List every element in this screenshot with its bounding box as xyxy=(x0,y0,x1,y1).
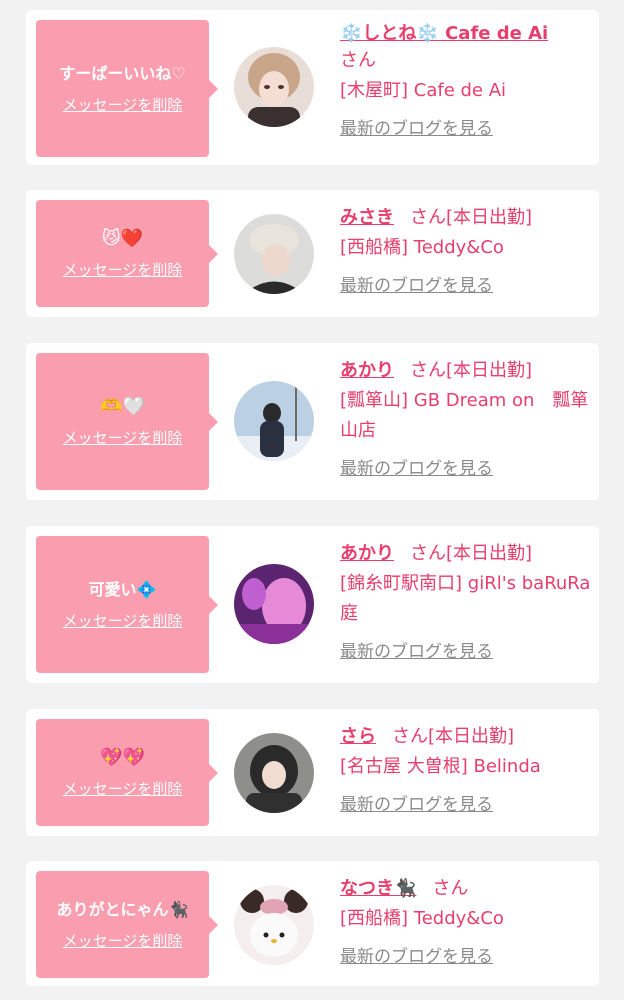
cast-name-link[interactable]: あかり xyxy=(340,543,394,564)
latest-blog-link[interactable]: 最新のブログを見る xyxy=(340,458,594,480)
message-card: 😼❤️ メッセージを削除 みさき さん[本日出勤] [西船橋] Teddy&Co … xyxy=(26,190,599,317)
honorific: さん xyxy=(432,878,469,899)
attendance-status: [本日出勤] xyxy=(446,360,533,381)
shop-name: [西船橋] Teddy&Co xyxy=(340,237,504,258)
delete-message-link[interactable]: メッセージを削除 xyxy=(63,95,183,115)
message-text: 🫶🤍 xyxy=(100,395,145,417)
cast-name-link[interactable]: なつき🐈‍⬛ xyxy=(340,878,416,899)
avatar[interactable] xyxy=(234,733,314,813)
message-text: 😼❤️ xyxy=(101,227,144,249)
attendance-status: [本日出勤] xyxy=(446,207,533,228)
delete-message-link[interactable]: メッセージを削除 xyxy=(63,931,183,951)
message-card: 💖💖 メッセージを削除 さら さん[本日出勤] [名古屋 大曽根] Belinda… xyxy=(26,709,599,836)
message-bubble: 💖💖 メッセージを削除 xyxy=(36,719,218,826)
message-card: 🫶🤍 メッセージを削除 あかり さん[本日出勤] [瓢箪山] GB Dream o… xyxy=(26,343,599,500)
honorific: さん xyxy=(410,360,446,381)
honorific: さん xyxy=(392,726,428,747)
message-text: 💖💖 xyxy=(100,746,145,768)
shop-name: [瓢箪山] GB Dream on 瓢箪山店 xyxy=(340,390,589,441)
delete-message-link[interactable]: メッセージを削除 xyxy=(63,260,183,280)
shop-name: [錦糸町駅南口] giRl's baRuRa庭 xyxy=(340,573,591,624)
cast-info: あかり さん[本日出勤] [錦糸町駅南口] giRl's baRuRa庭 最新のブ… xyxy=(340,540,594,663)
cast-info: ❄️しとね❄️ Cafe de Ai さん [木屋町] Cafe de Ai 最… xyxy=(340,20,594,140)
message-card: 可愛い💠 メッセージを削除 あかり さん[本日出勤] [錦糸町駅南口] giRl'… xyxy=(26,526,599,683)
shop-name: [木屋町] Cafe de Ai xyxy=(340,80,507,101)
message-text: ありがとにゃん🐈‍⬛ xyxy=(56,899,189,919)
cast-name-link[interactable]: ❄️しとね❄️ Cafe de Ai xyxy=(340,23,548,44)
message-card: すーぱーいいね♡ メッセージを削除 ❄️しとね❄️ Cafe de Ai さん … xyxy=(26,10,599,165)
honorific: さん xyxy=(410,543,446,564)
avatar[interactable] xyxy=(234,214,314,294)
shop-name: [名古屋 大曽根] Belinda xyxy=(340,756,541,777)
avatar[interactable] xyxy=(234,885,314,965)
honorific: さん xyxy=(410,207,446,228)
latest-blog-link[interactable]: 最新のブログを見る xyxy=(340,118,594,140)
delete-message-link[interactable]: メッセージを削除 xyxy=(63,611,183,631)
latest-blog-link[interactable]: 最新のブログを見る xyxy=(340,275,594,297)
latest-blog-link[interactable]: 最新のブログを見る xyxy=(340,794,594,816)
cast-info: みさき さん[本日出勤] [西船橋] Teddy&Co 最新のブログを見る xyxy=(340,204,594,297)
cast-name-link[interactable]: みさき xyxy=(340,207,394,228)
cast-name-link[interactable]: さら xyxy=(340,726,376,747)
message-card: ありがとにゃん🐈‍⬛ メッセージを削除 なつき🐈‍⬛ さん [西船橋] Teddy… xyxy=(26,861,599,986)
honorific: さん xyxy=(340,50,376,71)
cast-info: さら さん[本日出勤] [名古屋 大曽根] Belinda 最新のブログを見る xyxy=(340,723,594,816)
message-bubble: 😼❤️ メッセージを削除 xyxy=(36,200,218,307)
cast-info: あかり さん[本日出勤] [瓢箪山] GB Dream on 瓢箪山店 最新のブロ… xyxy=(340,357,594,480)
message-text: 可愛い💠 xyxy=(88,579,157,599)
cast-name-link[interactable]: あかり xyxy=(340,360,394,381)
shop-name: [西船橋] Teddy&Co xyxy=(340,908,504,929)
delete-message-link[interactable]: メッセージを削除 xyxy=(63,779,183,799)
avatar[interactable] xyxy=(234,381,314,461)
attendance-status: [本日出勤] xyxy=(446,543,533,564)
message-bubble: 可愛い💠 メッセージを削除 xyxy=(36,536,218,673)
message-text: すーぱーいいね♡ xyxy=(59,63,186,83)
message-bubble: すーぱーいいね♡ メッセージを削除 xyxy=(36,20,218,157)
attendance-status: [本日出勤] xyxy=(428,726,515,747)
avatar[interactable] xyxy=(234,47,314,127)
latest-blog-link[interactable]: 最新のブログを見る xyxy=(340,641,594,663)
avatar[interactable] xyxy=(234,564,314,644)
delete-message-link[interactable]: メッセージを削除 xyxy=(63,428,183,448)
cast-info: なつき🐈‍⬛ さん [西船橋] Teddy&Co 最新のブログを見る xyxy=(340,875,594,968)
latest-blog-link[interactable]: 最新のブログを見る xyxy=(340,946,594,968)
message-bubble: ありがとにゃん🐈‍⬛ メッセージを削除 xyxy=(36,871,218,978)
message-bubble: 🫶🤍 メッセージを削除 xyxy=(36,353,218,490)
